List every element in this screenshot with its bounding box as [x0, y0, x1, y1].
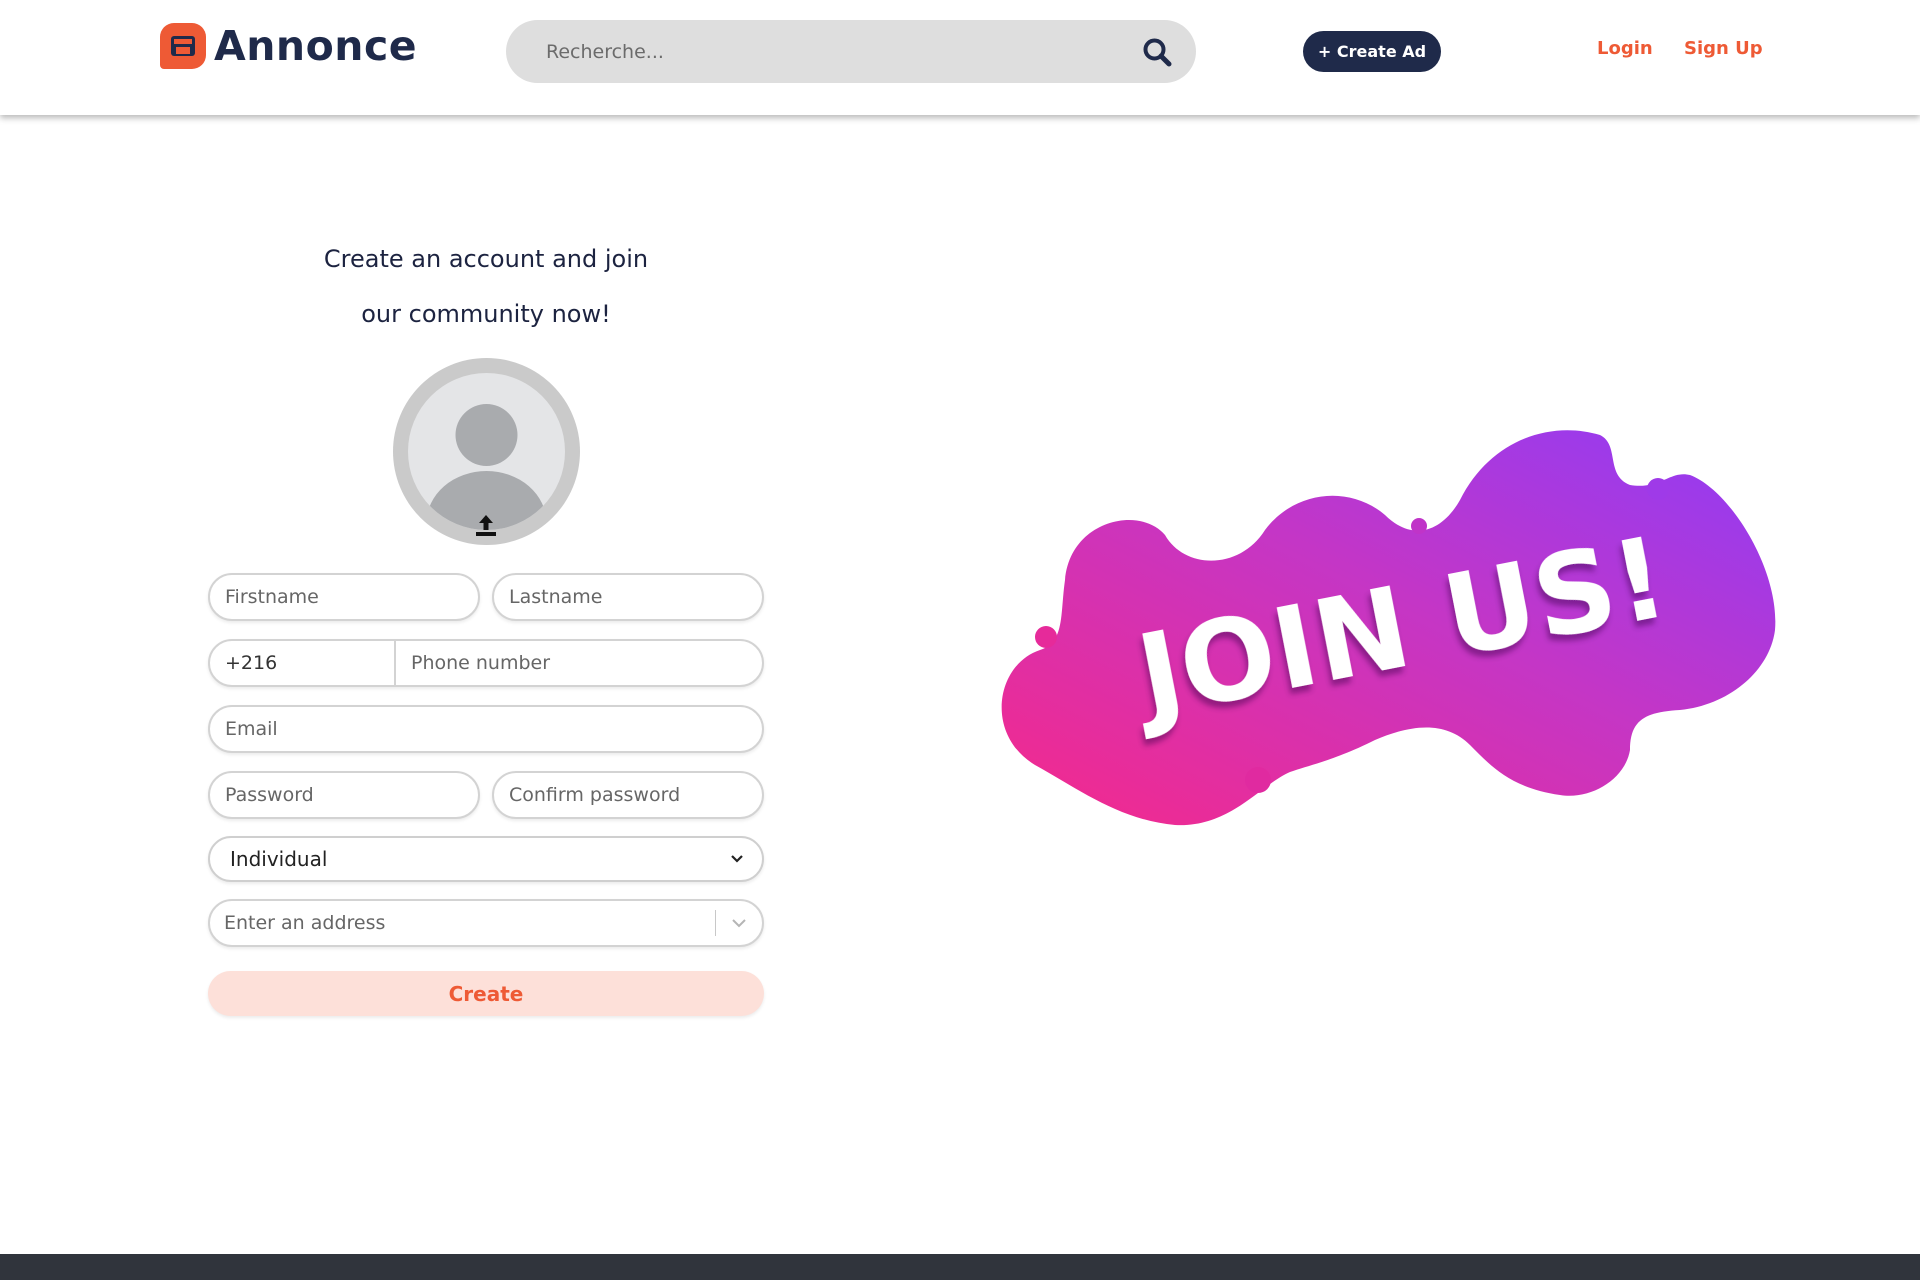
form-title-line1: Create an account and join	[323, 245, 649, 273]
header: Annonce + Create Ad Login Sign Up	[0, 0, 1920, 115]
address-input[interactable]	[224, 912, 715, 934]
phone-number-input[interactable]	[396, 641, 762, 685]
form-title-line2: our community now!	[361, 300, 611, 328]
store-icon	[160, 23, 206, 69]
upload-icon[interactable]	[475, 513, 497, 537]
login-link[interactable]: Login	[1597, 38, 1653, 59]
search-input[interactable]	[546, 40, 1140, 63]
user-icon	[408, 373, 565, 530]
brand-logo[interactable]: Annonce	[160, 22, 417, 70]
firstname-input[interactable]	[208, 573, 480, 621]
account-type-value: Individual	[230, 847, 328, 871]
blob-dot	[1035, 626, 1057, 648]
blob-dot	[1411, 518, 1427, 534]
search-icon[interactable]	[1140, 35, 1174, 69]
brand-name: Annonce	[214, 22, 418, 70]
confirm-password-input[interactable]	[492, 771, 764, 819]
account-type-select[interactable]: Individual	[208, 836, 764, 882]
phone-code-input[interactable]	[210, 641, 396, 685]
create-account-button[interactable]: Create	[208, 971, 764, 1016]
phone-group	[208, 639, 764, 687]
search-bar	[506, 20, 1196, 83]
chevron-down-icon[interactable]	[716, 901, 762, 945]
chevron-down-icon	[731, 855, 743, 863]
signup-link[interactable]: Sign Up	[1684, 38, 1763, 59]
lastname-input[interactable]	[492, 573, 764, 621]
blob-dot	[1245, 767, 1271, 793]
address-autocomplete	[208, 899, 764, 947]
create-ad-button[interactable]: + Create Ad	[1303, 31, 1441, 72]
email-input[interactable]	[208, 705, 764, 753]
form-title: Create an account and join our community…	[210, 232, 762, 342]
footer	[0, 1254, 1920, 1280]
password-input[interactable]	[208, 771, 480, 819]
join-us-banner: JOIN US!	[1001, 430, 1776, 826]
blob-dot	[1647, 478, 1669, 500]
